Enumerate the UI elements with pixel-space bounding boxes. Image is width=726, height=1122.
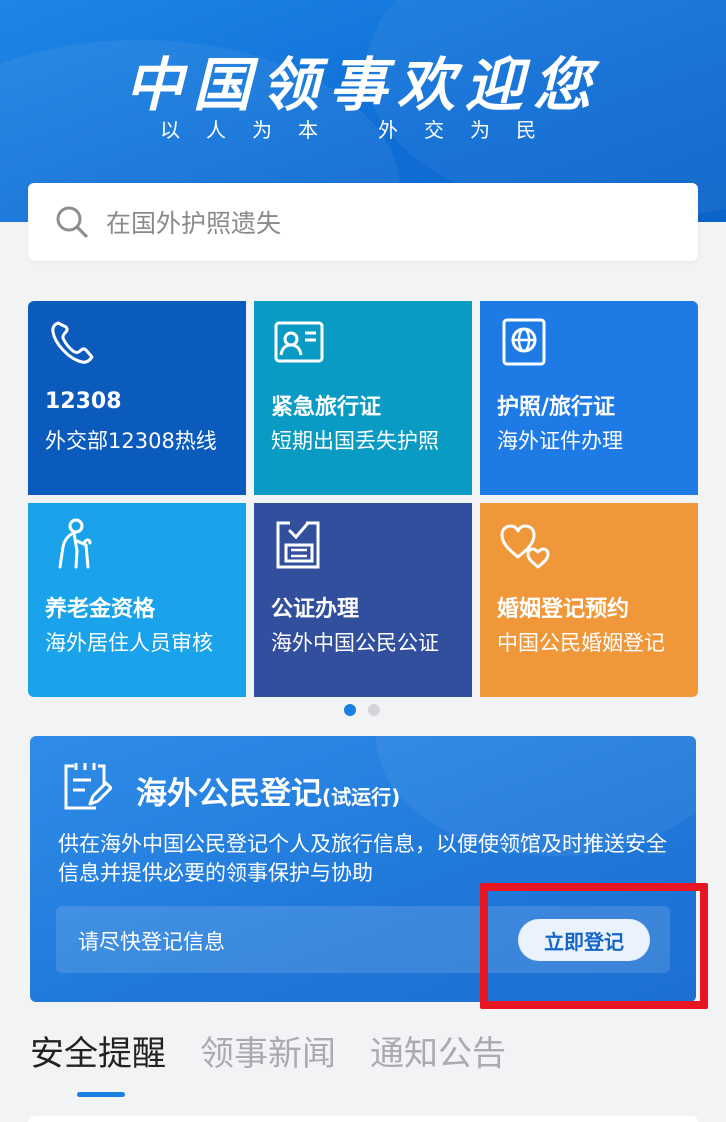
phone-icon (51, 321, 94, 364)
content-card-top (28, 1116, 698, 1122)
registration-title-text: 海外公民登记 (136, 776, 322, 812)
service-title: 公证办理 (271, 597, 360, 622)
slogan: 以人为本 外交为民 (160, 114, 562, 143)
service-tile-pension[interactable]: 养老金资格 海外居住人员审核 (28, 503, 246, 697)
slogan-left: 以人为本 (160, 118, 344, 142)
carousel-dot-2[interactable] (368, 704, 380, 716)
registration-description: 供在海外中国公民登记个人及旅行信息，以便使领馆及时推送安全信息并提供必要的领事保… (58, 832, 667, 885)
service-title: 养老金资格 (45, 597, 156, 622)
service-title: 婚姻登记预约 (497, 597, 630, 622)
tab-consular-news[interactable]: 领事新闻 (200, 1026, 336, 1075)
service-subtitle: 海外中国公民公证 (271, 631, 439, 655)
carousel-dot-1[interactable] (344, 704, 356, 716)
service-subtitle: 海外证件办理 (497, 429, 623, 453)
registration-tag: (试运行) (322, 785, 401, 809)
registration-hint: 请尽快登记信息 (78, 930, 225, 954)
search-bar[interactable]: 在国外护照遗失 (28, 183, 698, 261)
tab-safety-alerts[interactable]: 安全提醒 (30, 1026, 166, 1075)
id-card-icon (274, 321, 324, 363)
elderly-icon (58, 518, 92, 569)
service-subtitle: 中国公民婚姻登记 (497, 631, 665, 655)
registration-title: 海外公民登记(试运行) (136, 768, 400, 813)
service-subtitle: 短期出国丢失护照 (271, 429, 439, 453)
service-title: 护照/旅行证 (497, 395, 616, 420)
service-tile-hotline[interactable]: 12308 外交部12308热线 (28, 301, 246, 495)
passport-icon (502, 318, 546, 366)
service-tile-marriage[interactable]: 婚姻登记预约 中国公民婚姻登记 (480, 503, 698, 697)
app-title: 中国领事欢迎您 (124, 51, 601, 119)
service-tile-passport[interactable]: 护照/旅行证 海外证件办理 (480, 301, 698, 495)
info-tabs: 安全提醒 领事新闻 通知公告 (30, 1026, 506, 1075)
register-form-icon (64, 763, 112, 810)
active-tab-indicator (77, 1092, 125, 1097)
notary-icon (276, 521, 320, 569)
red-highlight-box (480, 883, 708, 1009)
tab-announcements[interactable]: 通知公告 (370, 1026, 506, 1075)
service-subtitle: 外交部12308热线 (45, 429, 217, 453)
service-subtitle: 海外居住人员审核 (45, 631, 213, 655)
service-tile-notary[interactable]: 公证办理 海外中国公民公证 (254, 503, 472, 697)
hearts-icon (500, 524, 550, 569)
service-grid: 12308 外交部12308热线 紧急旅行证 短期出国丢失护照 护照/旅行证 海… (28, 301, 698, 697)
service-tile-emergency-travel-doc[interactable]: 紧急旅行证 短期出国丢失护照 (254, 301, 472, 495)
service-title: 紧急旅行证 (271, 395, 382, 420)
search-placeholder: 在国外护照遗失 (106, 209, 282, 238)
service-title: 12308 (45, 389, 122, 414)
search-icon (56, 206, 88, 238)
slogan-right: 外交为民 (378, 118, 562, 142)
carousel-indicator (344, 704, 380, 716)
